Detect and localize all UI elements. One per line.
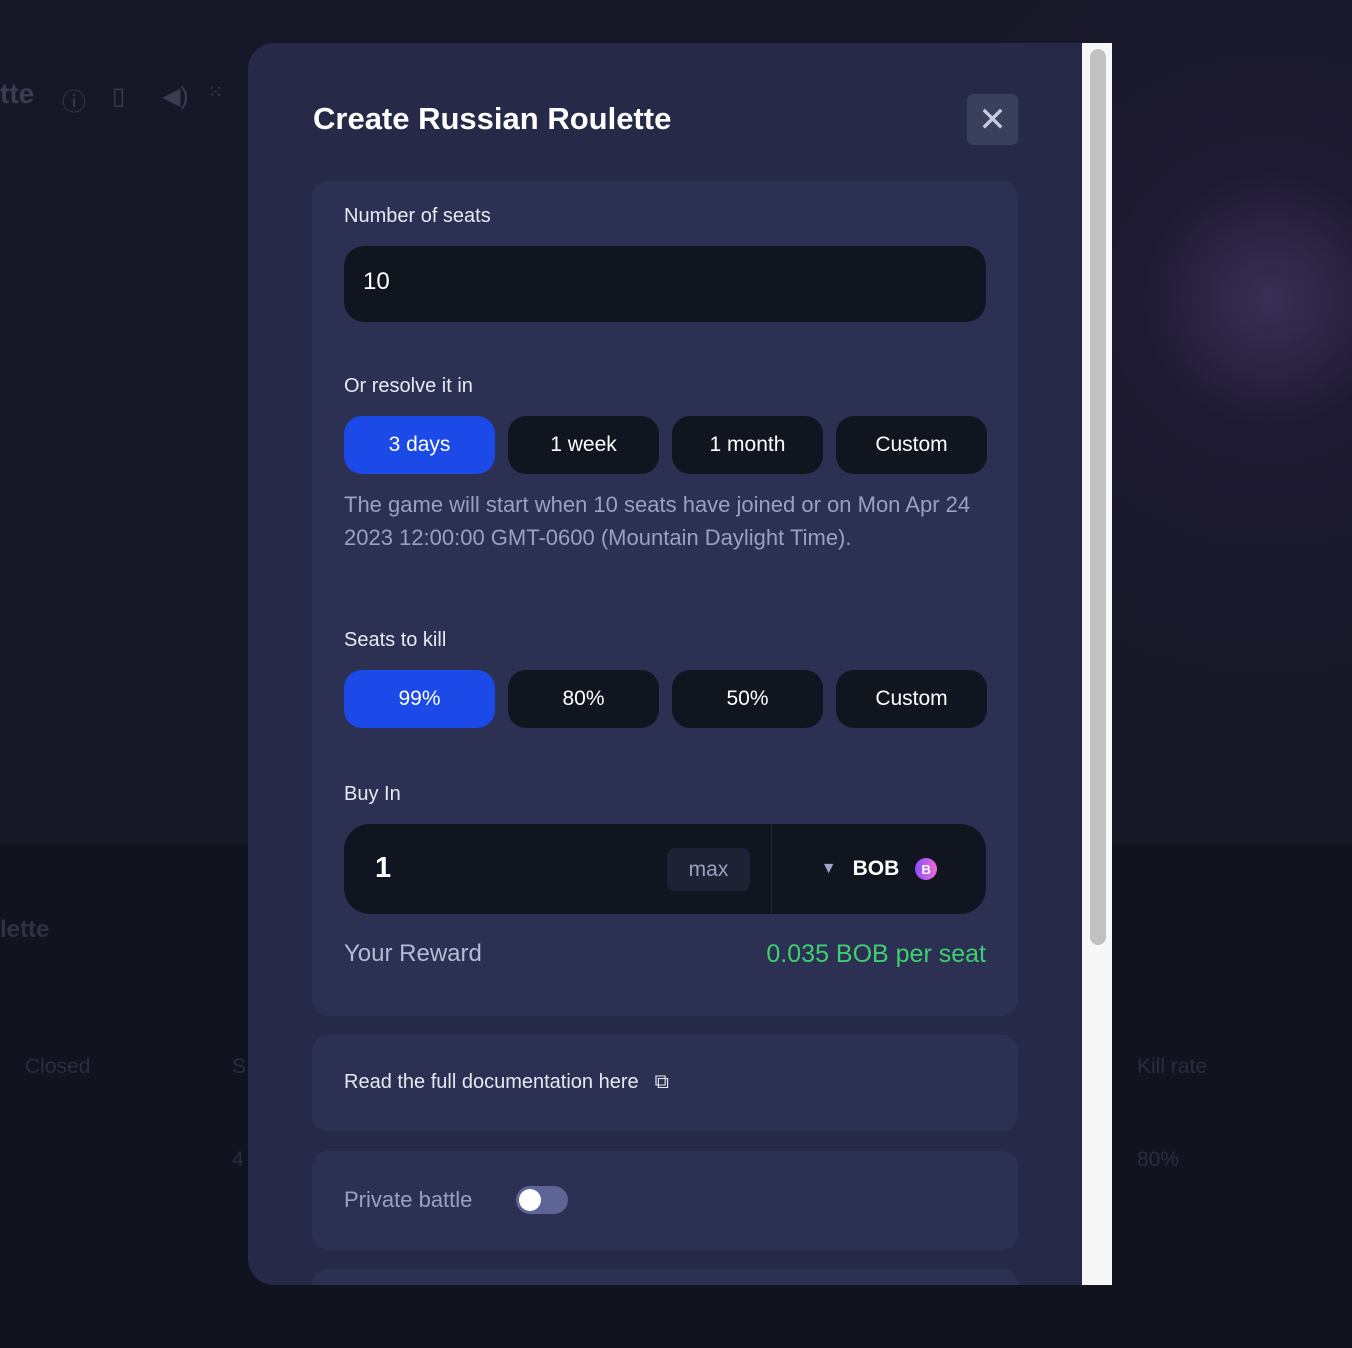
close-icon: ✕ — [978, 100, 1007, 139]
resolve-option-3-days[interactable]: 3 days — [344, 416, 495, 474]
bg-kill-rate: Kill rate — [1137, 1055, 1208, 1078]
bg-kill-rate-value: 80% — [1137, 1148, 1180, 1171]
resolve-label: Or resolve it in — [344, 375, 473, 397]
bob-token-icon: B — [915, 858, 938, 880]
private-card: Private battle — [312, 1151, 1018, 1250]
private-label: Private battle — [344, 1187, 473, 1212]
modal-title: Create Russian Roulette — [313, 101, 672, 136]
docs-link[interactable]: Read the full documentation here ⧉ — [344, 1071, 669, 1094]
volume-icon[interactable]: ◀) — [162, 82, 188, 111]
bg-partial: 4 — [232, 1148, 244, 1171]
reward-label: Your Reward — [344, 940, 482, 967]
resolve-option-custom[interactable]: Custom — [836, 416, 987, 474]
resolve-option-1-month[interactable]: 1 month — [672, 416, 823, 474]
settings-card: Number of seats 10 Or resolve it in 3 da… — [312, 181, 1018, 1016]
resolve-description: The game will start when 10 seats have j… — [344, 492, 971, 550]
kill-label: Seats to kill — [344, 629, 447, 651]
docs-card[interactable]: Read the full documentation here ⧉ — [312, 1035, 1018, 1131]
token-name: BOB — [852, 857, 900, 880]
resolve-option-1-week[interactable]: 1 week — [508, 416, 659, 474]
buyin-field: 1 max ▼ BOB B — [344, 824, 986, 914]
close-button[interactable]: ✕ — [967, 94, 1018, 145]
seats-label: Number of seats — [344, 205, 491, 227]
bg-subtitle: lette — [0, 916, 50, 943]
token-selector[interactable]: ▼ BOB B — [772, 824, 986, 914]
scrollbar[interactable] — [1082, 43, 1112, 1285]
code-file-icon[interactable]: ▯ — [112, 82, 125, 111]
bg-partial: S — [232, 1055, 247, 1078]
resolve-options: 3 days 1 week 1 month Custom — [344, 416, 987, 474]
kill-option-99[interactable]: 99% — [344, 670, 495, 728]
external-link-icon: ⧉ — [654, 1071, 669, 1093]
create-roulette-modal: Create Russian Roulette ✕ Number of seat… — [248, 43, 1082, 1285]
reward-value: 0.035 BOB per seat — [766, 940, 986, 968]
toggle-knob — [519, 1189, 541, 1211]
caret-down-icon: ▼ — [820, 860, 837, 877]
max-button[interactable]: max — [667, 848, 750, 891]
kill-option-custom[interactable]: Custom — [836, 670, 987, 728]
info-icon[interactable]: ⓘ — [62, 82, 86, 117]
bg-closed: Closed — [25, 1055, 91, 1078]
kill-option-80[interactable]: 80% — [508, 670, 659, 728]
next-card — [312, 1269, 1018, 1285]
kill-options: 99% 80% 50% Custom — [344, 670, 987, 728]
grid-icon[interactable]: ⁙ — [208, 82, 223, 103]
seats-input[interactable]: 10 — [344, 246, 986, 322]
kill-option-50[interactable]: 50% — [672, 670, 823, 728]
scrollbar-thumb[interactable] — [1090, 49, 1106, 945]
bg-title: tte — [0, 78, 35, 109]
private-toggle[interactable] — [516, 1186, 568, 1214]
buyin-label: Buy In — [344, 783, 401, 805]
buyin-input[interactable]: 1 — [375, 852, 391, 885]
docs-link-label: Read the full documentation here — [344, 1071, 639, 1093]
